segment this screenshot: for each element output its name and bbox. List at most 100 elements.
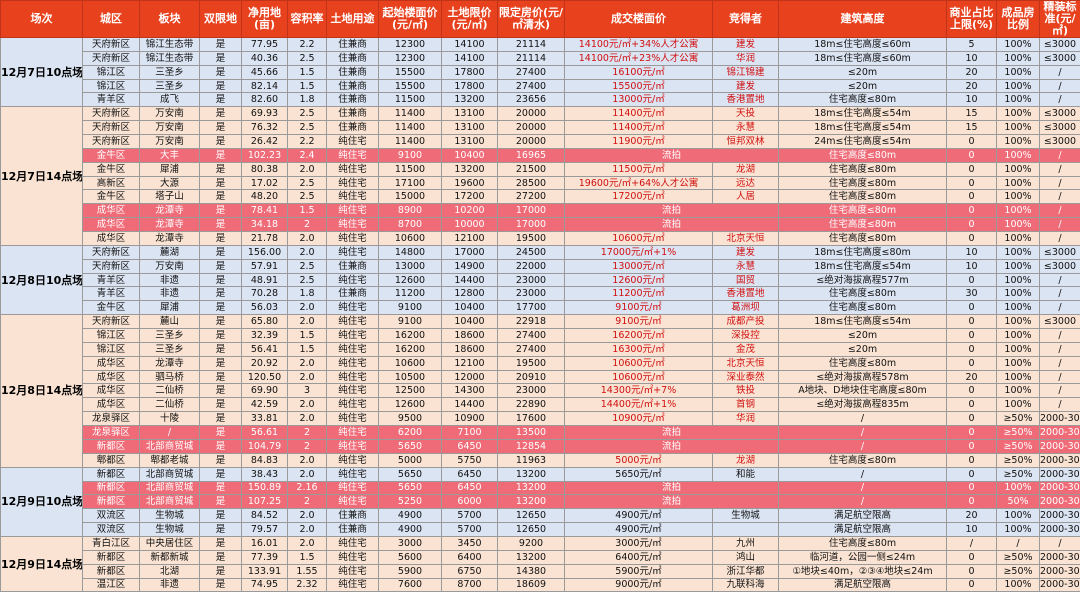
table-cell: 住兼商 — [326, 50, 379, 66]
table-cell: 18600 — [441, 341, 498, 357]
table-cell: 100% — [996, 189, 1040, 205]
table-cell: 13200 — [497, 480, 565, 496]
table-cell: 是 — [199, 452, 242, 468]
table-cell: 18600 — [441, 328, 498, 343]
table-cell: 2 — [287, 425, 327, 440]
table-cell: 10400 — [441, 147, 498, 163]
table-cell: 万安南 — [139, 134, 200, 149]
table-cell: 9100元/㎡ — [564, 314, 713, 330]
table-cell: 100% — [996, 397, 1040, 413]
table-cell: 45.66 — [241, 64, 288, 80]
table-cell: 0 — [946, 355, 997, 371]
table-cell: 12800 — [441, 286, 498, 302]
table-cell: 2.0 — [287, 355, 327, 371]
table-cell: 150.89 — [241, 480, 288, 496]
table-cell: 临河道，公园一侧≤24m — [778, 549, 947, 565]
table-cell: 万安南 — [139, 258, 200, 274]
table-cell: 6400元/㎡ — [564, 549, 713, 565]
table-cell: 0 — [946, 272, 997, 288]
table-cell: 9100元/㎡ — [564, 300, 713, 316]
table-cell: 5700 — [441, 522, 498, 537]
table-cell: 11400 — [378, 106, 442, 122]
table-cell: 1.8 — [287, 286, 327, 302]
table-cell: 北京天恒 — [712, 231, 779, 246]
table-cell: 是 — [199, 466, 242, 482]
table-cell: 0 — [946, 328, 997, 343]
table-cell: 100% — [996, 147, 1040, 163]
table-cell: 0 — [946, 411, 997, 427]
table-cell: 1.5 — [287, 549, 327, 565]
table-cell: 流拍 — [564, 438, 779, 454]
table-cell: 20 — [946, 78, 997, 94]
table-cell: ①地块≤40m，②③④地块≤24m — [778, 563, 947, 579]
table-cell: 是 — [199, 508, 242, 524]
table-cell: 住兼商 — [326, 106, 379, 122]
table-cell: 是 — [199, 244, 242, 260]
table-cell: 10 — [946, 258, 997, 274]
table-header-row: 场次 城区 板块 双限地 净用地(亩) 容积率 土地用途 起始楼面价(元/㎡) 土地限价(元/㎡… — [0, 0, 1080, 38]
table-cell: 住宅高度≤80m — [778, 535, 947, 551]
table-cell: 0 — [946, 161, 997, 177]
table-cell: 生物城 — [712, 508, 779, 524]
table-cell: 100% — [996, 328, 1040, 343]
table-cell: 和能 — [712, 466, 779, 482]
session-label: 12月7日10点场 — [0, 36, 83, 108]
table-cell: 是 — [199, 494, 242, 510]
table-cell: 21114 — [497, 50, 565, 66]
table-cell: 6400 — [441, 549, 498, 565]
table-cell: 80.38 — [241, 161, 288, 177]
table-cell: 1.5 — [287, 203, 327, 219]
table-cell: 是 — [199, 438, 242, 454]
table-cell: 2.5 — [287, 175, 327, 191]
table-cell: 20910 — [497, 369, 565, 385]
table-cell: 2.5 — [287, 120, 327, 136]
table-cell: 住兼商 — [326, 522, 379, 537]
table-cell: 远达 — [712, 175, 779, 191]
table-cell: 天府新区 — [82, 37, 140, 52]
table-cell: ≤绝对海拔高程577m — [778, 272, 947, 288]
table-cell: 北部商贸城 — [139, 466, 200, 482]
table-cell: 9000元/㎡ — [564, 577, 713, 593]
table-cell: / — [1039, 535, 1080, 551]
table-cell: 57.91 — [241, 258, 288, 274]
table-row-unsold: 金牛区 大丰是 102.23 2.4 纯住宅 9100 10400 16965 流拍 住宅高度≤8… — [1, 147, 1080, 163]
table-cell: 100% — [996, 106, 1040, 122]
session-label: 12月9日10点场 — [0, 466, 83, 537]
table-cell: 2.5 — [287, 106, 327, 122]
table-cell: 4900元/㎡ — [564, 508, 713, 524]
table-row: 双流区 生物城是 84.52 2.0 住兼商 4900 5700 12650 4900元/㎡ 生物… — [1, 508, 1080, 524]
table-cell: 北部商贸城 — [139, 480, 200, 496]
table-cell: 龙潭寺 — [139, 231, 200, 246]
table-cell: 100% — [996, 78, 1040, 94]
table-cell: 13200 — [497, 494, 565, 510]
table-cell: 是 — [199, 300, 242, 316]
table-cell: 龙泉驿区 — [82, 411, 140, 427]
table-cell: 22918 — [497, 314, 565, 330]
table-cell: ≤20m — [778, 64, 947, 80]
table-cell: 2 — [287, 217, 327, 233]
table-cell: 5650 — [378, 466, 442, 482]
table-cell: ≤3000 — [1039, 120, 1080, 136]
table-cell: 龙潭寺 — [139, 217, 200, 233]
table-cell: ≥50% — [996, 411, 1040, 427]
table-cell: 大源 — [139, 175, 200, 191]
table-cell: 建发 — [712, 37, 779, 52]
table-cell: 是 — [199, 328, 242, 343]
table-cell: 永慧 — [712, 258, 779, 274]
table-cell: 13200 — [497, 549, 565, 565]
table-cell: 锦江生态带 — [139, 37, 200, 52]
table-cell: 79.57 — [241, 522, 288, 537]
table-cell: 郫都老城 — [139, 452, 200, 468]
table-cell: 1.5 — [287, 341, 327, 357]
table-row: 青羊区 成飞是 82.60 1.8 住兼商 11500 13200 23656 13000元/㎡… — [1, 92, 1080, 108]
table-cell: 双流区 — [82, 508, 140, 524]
table-cell: 香港置地 — [712, 286, 779, 302]
table-cell: 纯住宅 — [326, 300, 379, 316]
table-cell: 21114 — [497, 37, 565, 52]
table-cell: 48.91 — [241, 272, 288, 288]
table-cell: 3000 — [378, 535, 442, 551]
table-cell: / — [1039, 231, 1080, 246]
column-header: 起始楼面价(元/㎡) — [378, 0, 442, 38]
table-cell: / — [1039, 397, 1080, 413]
column-header: 限定房价(元/㎡清水) — [497, 0, 565, 38]
